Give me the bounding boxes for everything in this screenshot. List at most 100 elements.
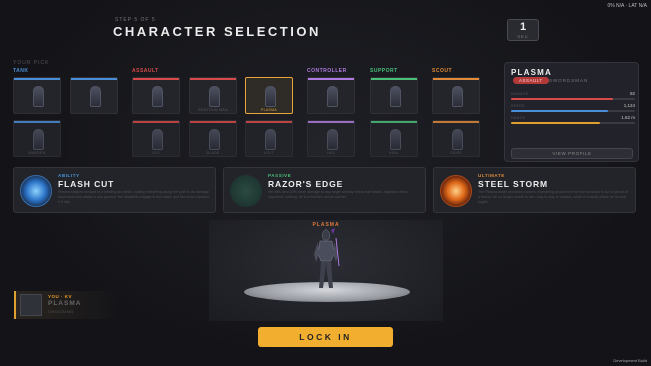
role-bar [133,121,179,123]
stat-bar [511,122,601,124]
ability-type: ULTIMATE [478,173,505,178]
ability-type: PASSIVE [268,173,292,178]
character-preview[interactable]: PLASMA [209,220,443,321]
ability-name: STEEL STORM [478,179,549,189]
character-tile[interactable]: BLADE [189,120,237,157]
character-profile-panel: PLASMA ASSAULT SWORDSMAN DAMAGE 92 SPEED… [504,62,639,162]
ability-card[interactable]: ABILITY FLASH CUT Plasma slashes forward… [13,167,216,213]
network-status: 0% N/A · LAT N/A [607,3,647,9]
character-portrait [33,86,44,107]
character-tile[interactable] [132,77,180,114]
role-bar [190,121,236,123]
role-bar [14,121,60,123]
character-name: VEX [152,151,160,155]
character-tile[interactable]: VOLT [245,120,293,157]
steel-storm-icon [440,175,472,207]
role-bar [371,78,417,80]
character-name: PLASMA [261,108,277,112]
stat-value: 1.62 m [621,115,635,120]
character-portrait [209,86,220,107]
stat-value: 92 [629,91,635,96]
category-assault: ASSAULT [132,68,159,74]
character-tile-selected[interactable]: PLASMA [245,77,293,114]
character-tile[interactable]: VEX [132,120,180,157]
character-tile[interactable]: SNIPE [432,120,480,157]
player-hero: PLASMA [48,300,82,307]
character-tile[interactable]: HEX [307,120,355,157]
role-bar [133,78,179,80]
player-status: CHOOSING [48,309,74,314]
character-portrait [265,86,276,107]
ability-name: FLASH CUT [58,179,115,189]
ability-description: Her kills deal 10% more damage to any ta… [268,190,408,199]
profile-subrole: SWORDSMAN [549,77,589,83]
ability-description: Plasma slashes forward in a blinding arc… [58,190,210,204]
passive-card[interactable]: PASSIVE RAZOR'S EDGE Her kills deal 10% … [223,167,426,213]
stat-track [511,110,635,112]
category-tank: TANK [13,68,29,74]
character-tile[interactable]: HEAL [370,120,418,157]
razors-edge-icon [230,175,262,207]
category-support: SUPPORT [370,68,398,74]
stat-speed: SPEED 1,124 [511,103,635,114]
role-bar [246,121,292,123]
character-name: WARDEN [28,151,46,155]
character-tile[interactable]: SHOTGUN MAN [189,77,237,114]
character-tile[interactable] [432,77,480,114]
stat-label: DAMAGE [511,92,529,96]
character-portrait [265,129,276,150]
character-tile[interactable] [370,77,418,114]
character-portrait [152,129,163,150]
character-tile[interactable]: WARDEN [13,120,61,157]
player-tag: YOU · KV [48,294,73,299]
stat-bar [511,110,608,112]
character-tile[interactable] [307,77,355,114]
character-tile[interactable] [70,77,118,114]
character-portrait [152,86,163,107]
role-bar [71,78,117,80]
character-name: SNIPE [449,151,462,155]
lock-in-button[interactable]: LOCK IN [258,327,393,347]
role-bar [371,121,417,123]
role-bar [190,78,236,80]
step-indicator: STEP 5 OF 5 [115,17,156,23]
character-name: SHOTGUN MAN [198,108,228,112]
page-title: CHARACTER SELECTION [113,24,321,39]
role-bar [308,78,354,80]
character-portrait [327,86,338,107]
category-scout: SCOUT [432,68,452,74]
stat-bar [511,98,613,100]
countdown-timer: 1 SEC [507,19,539,41]
stat-label: RANGE [511,116,526,120]
character-name: HEX [326,151,336,155]
character-portrait [390,129,401,150]
role-badge: ASSAULT [513,77,549,84]
view-profile-button[interactable]: VIEW PROFILE [511,148,633,159]
timer-value: 1 [519,21,527,33]
ultimate-card[interactable]: ULTIMATE STEEL STORM The Plasma blade be… [433,167,636,213]
category-controller: CONTROLLER [307,68,347,74]
character-portrait [452,129,463,150]
role-bar [433,121,479,123]
stat-range: RANGE 1.62 m [511,115,635,126]
character-name: BLADE [206,151,220,155]
stat-label: SPEED [511,104,525,108]
player-slot: YOU · KV PLASMA CHOOSING [14,291,119,319]
character-model [314,228,340,288]
role-bar [308,121,354,123]
character-portrait [327,129,338,150]
ability-description: The Plasma blade becomes a storm: everyt… [478,190,629,204]
stat-track [511,98,635,100]
character-portrait [90,86,101,107]
character-tile[interactable] [13,77,61,114]
character-portrait [452,86,463,107]
character-name: HEAL [388,151,400,155]
role-bar [14,78,60,80]
character-portrait [209,129,220,150]
ability-type: ABILITY [58,173,80,178]
flash-cut-icon [20,175,52,207]
stat-damage: DAMAGE 92 [511,91,635,102]
picks-label: YOUR PICK [13,60,50,66]
character-name: VOLT [263,151,275,155]
character-portrait [390,86,401,107]
